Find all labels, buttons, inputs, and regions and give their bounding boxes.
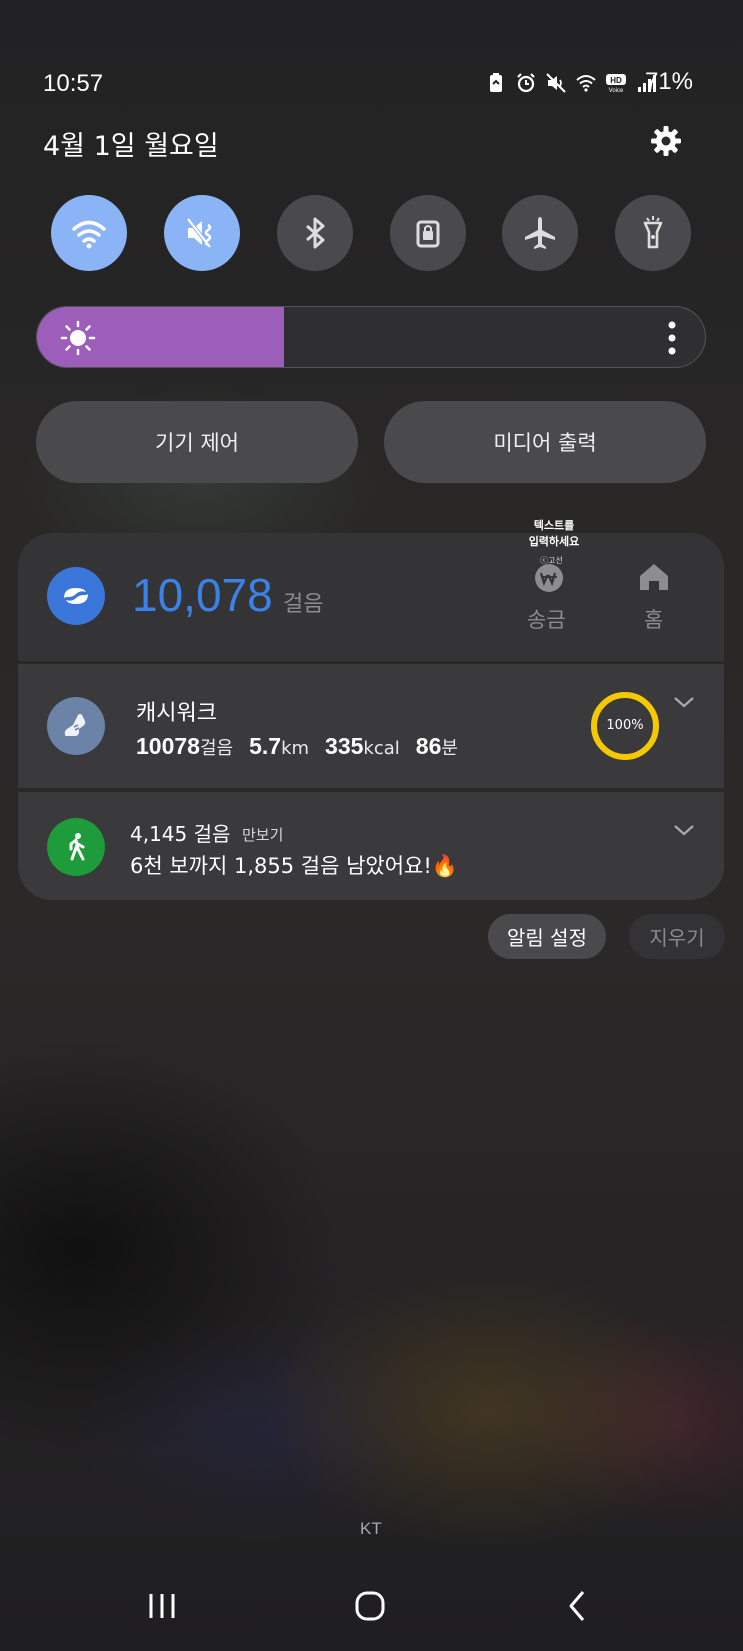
toggle-screen-lock[interactable] [390, 195, 466, 271]
bluetooth-icon [306, 217, 325, 249]
status-time: 10:57 [43, 70, 104, 97]
svg-text:Voice: Voice [609, 88, 624, 94]
pedometer-app-name: 만보기 [242, 826, 284, 844]
settings-gear-icon[interactable] [649, 124, 683, 158]
clear-all-button[interactable]: 지우기 [629, 914, 725, 959]
battery-level: 71% [644, 68, 693, 95]
wifi-icon [72, 220, 106, 249]
battery-saver-icon [490, 73, 502, 92]
toss-step-unit: 걸음 [283, 592, 324, 617]
chevron-down-icon[interactable] [673, 823, 695, 837]
pedometer-steps: 4,145 걸음 [130, 822, 231, 846]
cashwalk-calories: 335 [325, 733, 364, 759]
cashwalk-steps: 10078 [136, 733, 200, 759]
watermark-text: 텍스트를 입력하세요 [524, 518, 584, 550]
cashwalk-progress-label: 100% [606, 718, 644, 733]
flashlight-icon [643, 216, 663, 249]
media-output-button[interactable]: 미디어 출력 [384, 401, 706, 483]
pedometer-message: 6천 보까지 1,855 걸음 남았어요!🔥 [130, 854, 458, 878]
watermark-line-2: 입력하세요 [528, 535, 580, 548]
sun-icon [60, 320, 96, 356]
back-icon[interactable] [558, 1586, 598, 1626]
svg-text:HD: HD [610, 76, 622, 85]
shoe-icon [64, 714, 86, 736]
toss-logo-icon [64, 588, 88, 604]
device-control-button[interactable]: 기기 제어 [36, 401, 358, 483]
airplane-icon [525, 217, 555, 249]
cashwalk-calories-unit: kcal [363, 738, 400, 759]
toggle-wifi[interactable] [51, 195, 127, 271]
cashwalk-title: 캐시워크 [136, 701, 217, 726]
wifi-icon [576, 75, 596, 92]
chevron-down-icon[interactable] [673, 695, 695, 709]
lock-icon [416, 220, 440, 248]
cashwalk-stats: 10078 걸음 5.7 km 335 kcal 86 분 [136, 733, 474, 760]
watermark-line-1: 텍스트를 [533, 519, 575, 532]
toggle-flashlight[interactable] [615, 195, 691, 271]
home-icon[interactable] [638, 562, 670, 592]
hd-voice-icon: HD Voice [606, 74, 626, 94]
toss-widget-card[interactable] [18, 533, 724, 661]
notification-settings-button[interactable]: 알림 설정 [488, 914, 606, 959]
toggle-sound[interactable] [164, 195, 240, 271]
toggle-airplane[interactable] [502, 195, 578, 271]
walking-person-icon [69, 833, 85, 861]
home-label[interactable]: 홈 [644, 604, 663, 634]
toggle-bluetooth[interactable] [277, 195, 353, 271]
status-icons: HD Voice [485, 72, 657, 94]
cashwalk-distance: 5.7 [249, 733, 282, 759]
mute-icon [546, 73, 566, 93]
send-money-icon[interactable] [534, 563, 564, 593]
alarm-icon [517, 73, 535, 93]
mute-icon [186, 217, 212, 249]
pedometer-notification[interactable] [18, 792, 724, 900]
toss-step-count: 10,078 [132, 569, 273, 621]
toss-app-icon [47, 567, 105, 625]
pedometer-app-icon [47, 818, 105, 876]
more-options-icon[interactable] [667, 321, 677, 355]
cashwalk-steps-unit: 걸음 [199, 738, 234, 759]
send-money-label[interactable]: 송금 [527, 604, 566, 634]
cashwalk-app-icon [47, 697, 105, 755]
home-button-icon[interactable] [350, 1586, 390, 1626]
cashwalk-minutes: 86 [415, 733, 442, 759]
recent-apps-icon[interactable] [142, 1586, 182, 1626]
brightness-slider[interactable] [36, 306, 706, 368]
carrier-label: KT [360, 1519, 382, 1538]
cashwalk-distance-unit: km [281, 738, 310, 759]
cashwalk-minutes-unit: 분 [441, 738, 458, 759]
date-label: 4월 1일 월요일 [43, 131, 219, 162]
